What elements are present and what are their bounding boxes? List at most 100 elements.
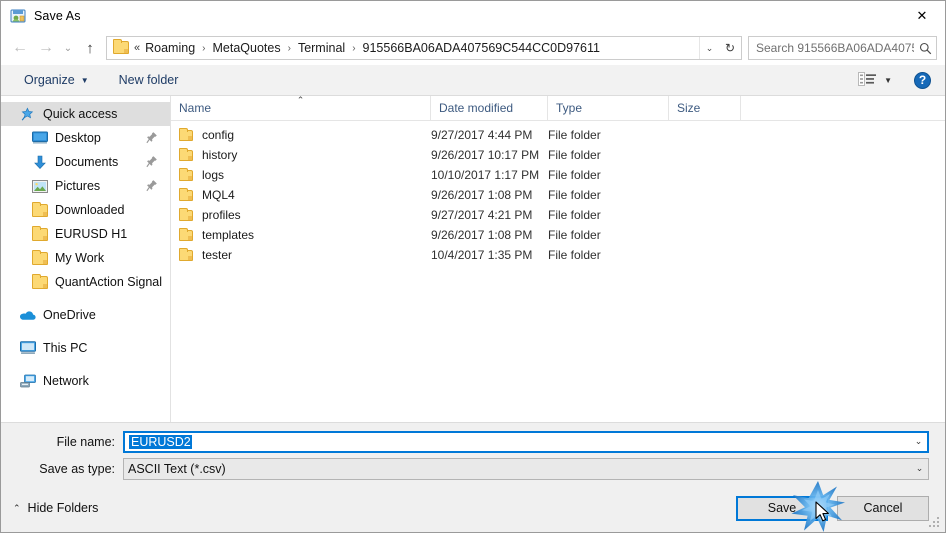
pin-icon[interactable] xyxy=(146,179,158,192)
column-header-date-modified[interactable]: Date modified xyxy=(431,96,548,120)
sidebar-item-label: EURUSD H1 xyxy=(55,227,128,241)
column-header-label: Name xyxy=(179,101,212,115)
resize-grip[interactable] xyxy=(929,517,941,529)
folder-icon xyxy=(179,227,195,241)
up-arrow-icon: ↑ xyxy=(86,39,94,57)
file-name-cell: MQL4 xyxy=(171,187,431,202)
table-row[interactable]: tester 10/4/2017 1:35 PM File folder xyxy=(171,245,945,265)
window-title: Save As xyxy=(34,9,81,23)
sidebar-item-downloaded[interactable]: Downloaded xyxy=(1,198,170,222)
breadcrumb-item-roaming[interactable]: Roaming xyxy=(142,39,198,57)
hide-folders-button[interactable]: ⌃ Hide Folders xyxy=(13,501,98,515)
new-folder-button[interactable]: New folder xyxy=(110,69,188,91)
sidebar-item-this-pc[interactable]: This PC xyxy=(1,336,170,360)
file-name-label: File name: xyxy=(56,434,115,449)
table-row[interactable]: history 9/26/2017 10:17 PM File folder xyxy=(171,145,945,165)
sidebar-item-quick-access[interactable]: Quick access xyxy=(1,102,170,126)
folder-icon xyxy=(179,127,195,141)
sidebar-item-eurusd-h1[interactable]: EURUSD H1 xyxy=(1,222,170,246)
breadcrumb-separator-icon[interactable]: › xyxy=(198,43,209,54)
breadcrumb-item-terminal[interactable]: Terminal xyxy=(295,39,348,57)
file-type-cell: File folder xyxy=(548,148,601,162)
save-as-dialog: Save As ✕ ← → ⌄ ↑ « Roaming › MetaQuotes… xyxy=(0,0,946,533)
save-button[interactable]: Save xyxy=(736,495,828,521)
sidebar-item-label: My Work xyxy=(55,251,105,265)
table-row[interactable]: profiles 9/27/2017 4:21 PM File folder xyxy=(171,205,945,225)
chevron-down-icon: ⌄ xyxy=(63,42,73,54)
back-button[interactable]: ← xyxy=(7,35,33,61)
folder-icon xyxy=(179,167,195,181)
organize-button[interactable]: Organize ▼ xyxy=(15,69,98,91)
file-name-cell: tester xyxy=(171,247,431,262)
chevron-down-icon: ▼ xyxy=(80,75,89,85)
save-as-type-value: ASCII Text (*.csv) xyxy=(128,461,226,476)
chevron-down-icon[interactable]: ⌄ xyxy=(910,436,927,447)
breadcrumb-item-terminal-id[interactable]: 915566BA06ADA407569C544CC0D97611 xyxy=(360,39,603,57)
change-view-button[interactable]: ▼ xyxy=(852,69,898,92)
help-button[interactable]: ? xyxy=(914,71,931,89)
sidebar-item-label: Desktop xyxy=(55,131,101,145)
breadcrumb-overflow-icon[interactable]: « xyxy=(134,42,142,54)
forward-button[interactable]: → xyxy=(33,35,59,61)
view-layout-icon xyxy=(858,71,877,89)
breadcrumb-item-metaquotes[interactable]: MetaQuotes xyxy=(210,39,284,57)
up-button[interactable]: ↑ xyxy=(77,35,103,61)
column-header-name[interactable]: ⌃ Name xyxy=(171,95,431,120)
file-name-label: logs xyxy=(202,168,225,182)
recent-locations-button[interactable]: ⌄ xyxy=(59,35,77,61)
folder-icon xyxy=(113,39,129,55)
save-as-app-icon xyxy=(10,8,26,24)
table-row[interactable]: logs 10/10/2017 1:17 PM File folder xyxy=(171,165,945,185)
column-header-type[interactable]: Type xyxy=(548,96,669,120)
address-dropdown-icon[interactable]: ⌄ xyxy=(699,37,719,59)
sidebar-item-quantaction-signal[interactable]: QuantAction Signal xyxy=(1,270,170,294)
sidebar-item-desktop[interactable]: Desktop xyxy=(1,126,170,150)
column-header-label: Size xyxy=(677,101,701,115)
table-row[interactable]: config 9/27/2017 4:44 PM File folder xyxy=(171,125,945,145)
star-pin-icon xyxy=(19,106,36,122)
search-input[interactable]: Search 915566BA06ADA40756... xyxy=(749,41,914,55)
file-type-cell: File folder xyxy=(548,248,601,262)
cancel-button[interactable]: Cancel xyxy=(837,495,929,521)
command-toolbar: Organize ▼ New folder ▼ ? xyxy=(1,65,945,96)
chevron-up-icon: ⌃ xyxy=(13,502,21,513)
column-header-size[interactable]: Size xyxy=(669,96,741,120)
column-headers: ⌃ Name Date modified Type Size xyxy=(171,95,945,121)
table-row[interactable]: templates 9/26/2017 1:08 PM File folder xyxy=(171,225,945,245)
pin-icon[interactable] xyxy=(146,131,158,144)
address-bar[interactable]: « Roaming › MetaQuotes › Terminal › 9155… xyxy=(106,36,742,60)
file-name-cell: history xyxy=(171,147,431,162)
breadcrumb-separator-icon[interactable]: › xyxy=(284,43,295,54)
column-header-filler xyxy=(741,96,945,120)
folder-icon xyxy=(179,147,195,161)
breadcrumb-separator-icon[interactable]: › xyxy=(348,43,359,54)
sidebar-item-onedrive[interactable]: OneDrive xyxy=(1,303,170,327)
sidebar-item-label: Downloaded xyxy=(55,203,125,217)
sidebar-item-network[interactable]: Network xyxy=(1,369,170,393)
sidebar-item-my-work[interactable]: My Work xyxy=(1,246,170,270)
file-date-cell: 9/27/2017 4:21 PM xyxy=(431,208,533,222)
file-name-combobox[interactable]: EURUSD2 ⌄ xyxy=(123,430,929,453)
sidebar-item-label: Quick access xyxy=(43,107,118,121)
dialog-footer: ⌃ Hide Folders Save Cancel xyxy=(1,484,945,532)
pin-icon[interactable] xyxy=(146,155,158,168)
sidebar-item-pictures[interactable]: Pictures xyxy=(1,174,170,198)
file-name-value: EURUSD2 xyxy=(129,434,192,449)
chevron-down-icon[interactable]: ⌄ xyxy=(911,463,928,474)
dialog-body: Quick access Desktop Documents Pictures … xyxy=(1,95,945,422)
onedrive-cloud-icon xyxy=(19,307,36,323)
refresh-icon[interactable]: ↻ xyxy=(719,37,741,59)
folder-icon xyxy=(31,249,48,266)
file-name-input[interactable]: EURUSD2 xyxy=(125,434,910,449)
sidebar-item-label: This PC xyxy=(43,341,88,355)
file-name-label: profiles xyxy=(202,208,241,222)
organize-label: Organize xyxy=(24,73,75,87)
file-date-cell: 10/4/2017 1:35 PM xyxy=(431,248,533,262)
file-name-row: File name: EURUSD2 ⌄ xyxy=(1,430,945,453)
save-as-type-combobox[interactable]: ASCII Text (*.csv) ⌄ xyxy=(123,457,929,480)
table-row[interactable]: MQL4 9/26/2017 1:08 PM File folder xyxy=(171,185,945,205)
sidebar-item-documents[interactable]: Documents xyxy=(1,150,170,174)
search-box[interactable]: Search 915566BA06ADA40756... xyxy=(748,36,937,60)
new-folder-label: New folder xyxy=(118,73,179,87)
close-icon[interactable]: ✕ xyxy=(899,1,945,31)
